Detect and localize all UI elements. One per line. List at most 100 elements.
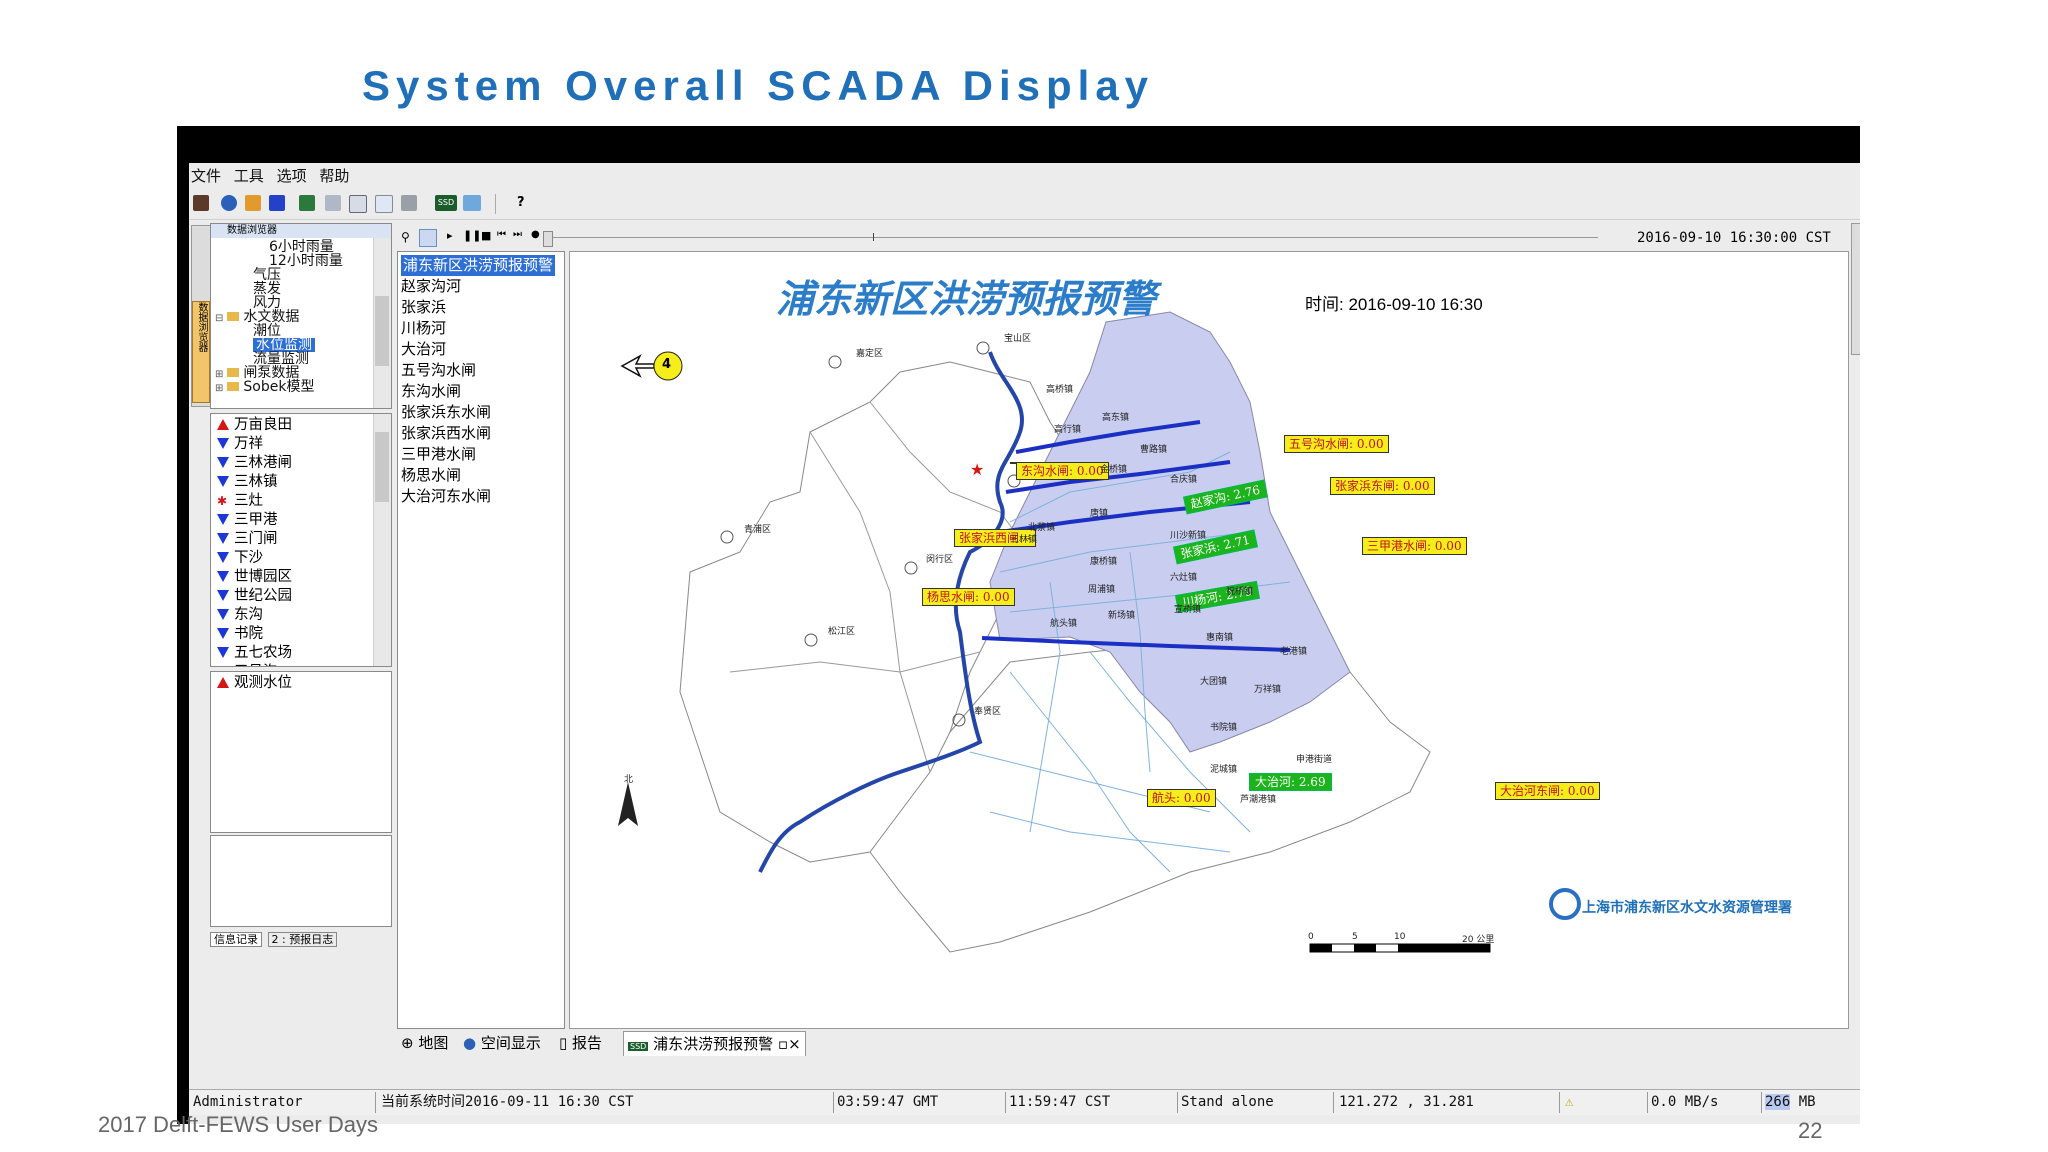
display-list-item[interactable]: 浦东新区洪涝预报预警 [401,255,556,276]
tree-item-flow[interactable]: 流量监测 [253,352,309,366]
status-memory-wrap: 266 MB [1765,1090,1816,1115]
tree-scrollbar[interactable] [373,238,391,408]
gate-label-donggou[interactable]: 东沟水闸: 0.00 [1016,462,1109,480]
station-name: 三灶 [234,493,263,509]
station-row[interactable]: 万亩良田 [217,416,292,435]
gate-label-sanjiagang[interactable]: 三甲港水闸: 0.00 [1362,537,1467,555]
right-side-strip[interactable] [1851,223,1860,355]
capital-star-icon: ★ [970,460,984,479]
north-label: 北 [624,775,634,785]
help-button[interactable]: ? [517,195,525,210]
display-list-item[interactable]: 三甲港水闸 [401,444,476,465]
tree-item-wind[interactable]: 风力 [253,296,281,310]
ssd-button[interactable]: SSD [435,195,457,211]
tab-flood-warning[interactable]: SSD 浦东洪涝预报预警 ▫× [623,1031,806,1056]
timeline-dot-icon: ● [531,229,540,240]
menu-file[interactable]: 文件 [189,167,227,185]
menu-tools[interactable]: 工具 [232,167,270,185]
town-label: 金桥镇 [1100,465,1128,475]
station-row[interactable]: 五七农场 [217,644,292,663]
refresh-icon[interactable] [419,229,437,247]
tree-scrollbar-thumb[interactable] [375,296,389,366]
display-list-item[interactable]: 张家浜东水闸 [401,402,491,423]
rewind-icon[interactable]: ⏮ [497,229,506,240]
tree-folder-sobek[interactable]: ⊞ Sobek模型 [215,380,314,396]
station-scrollbar-thumb[interactable] [375,432,389,502]
station-row[interactable]: 万祥 [217,435,263,454]
warning-icon[interactable]: ⚠ [1565,1090,1573,1115]
tab-map[interactable]: ⊕ 地图 [397,1031,452,1055]
display-list-item[interactable]: 川杨河 [401,318,446,339]
scale-bar-segment [1398,944,1490,952]
pause-icon[interactable]: ❚❚ [463,229,481,242]
station-row[interactable]: 三甲港 [217,511,278,530]
tab-info-log[interactable]: 信息记录 [210,932,262,947]
import-icon[interactable] [245,195,261,211]
database-icon[interactable] [401,195,417,211]
scale-label: 0 [1308,932,1314,942]
pin-icon[interactable]: ⚲ [401,230,410,244]
forward-icon[interactable]: ⏭ [513,229,522,240]
side-tab-data-browser[interactable]: 数据浏览器 [192,301,210,403]
district-marker [720,530,734,544]
station-row[interactable]: 三门闸 [217,530,278,549]
falling-triangle-icon [217,514,229,525]
station-row[interactable]: 世纪公园 [217,587,292,606]
district-label: 青浦区 [744,525,772,535]
display-list-item[interactable]: 张家浜 [401,297,446,318]
wrench-icon[interactable] [325,195,341,211]
display-list-item[interactable]: 大治河东水闸 [401,486,491,507]
town-label: 周浦镇 [1088,585,1116,595]
display-list-item[interactable]: 赵家沟河 [401,276,461,297]
transfer-icon[interactable] [269,195,285,211]
display-list-item[interactable]: 大治河 [401,339,446,360]
menu-help[interactable]: 帮助 [317,167,355,185]
time-slider[interactable] [543,229,1613,247]
display-list-item[interactable]: 五号沟水闸 [401,360,476,381]
gate-label-hangtou[interactable]: 航头: 0.00 [1147,789,1216,807]
document-icon[interactable] [375,195,393,213]
play-icon[interactable]: ▸ [447,229,453,242]
display-list-item[interactable]: 张家浜西水闸 [401,423,491,444]
station-row[interactable]: 东沟 [217,606,263,625]
status-coords: 121.272 , 31.281 [1339,1094,1474,1110]
gate-label-zhangjiabang-east[interactable]: 张家浜东闸: 0.00 [1330,477,1435,495]
time-slider-handle[interactable] [543,231,553,247]
river-label-dazhihe[interactable]: 大治河: 2.69 [1249,773,1332,791]
falling-triangle-icon [217,476,229,487]
station-row[interactable]: 书院 [217,625,263,644]
tree-item-12h-rain[interactable]: 12小时雨量 [269,254,343,268]
gate-label-wuhaogou[interactable]: 五号沟水闸: 0.00 [1284,435,1389,453]
tree-item-tide[interactable]: 潮位 [253,324,281,338]
help-query-icon[interactable] [349,195,367,213]
tree-item-pressure[interactable]: 气压 [253,268,281,282]
tree-item-6h-rain[interactable]: 6小时雨量 [269,240,334,254]
tree-folder-sobek-label: Sobek模型 [243,379,315,395]
tab-restore-icon[interactable]: ▫ [778,1035,788,1053]
exit-icon[interactable] [193,195,209,211]
tab-close-icon[interactable]: × [788,1035,801,1053]
tree-item-water-level[interactable]: 水位监测 [253,338,315,352]
station-row[interactable]: ✱ 三灶 [217,492,263,511]
station-row[interactable]: 五号沟 [217,663,278,666]
tab-forecast-log[interactable]: 2 : 预报日志 [267,932,338,947]
tab-report[interactable]: ▯ 报告 [555,1031,606,1055]
display-list-item[interactable]: 东沟水闸 [401,381,461,402]
gate-label-dazhihe-east[interactable]: 大治河东闸: 0.00 [1495,782,1600,800]
monitor-icon[interactable] [299,195,315,211]
stop-icon[interactable]: ■ [481,229,491,242]
data-browser-panel: 数据浏览器 6小时雨量 12小时雨量 气压 蒸发 风力 ⊟ 水文数据 潮位 水位监… [210,223,392,409]
gate-label-yangsi[interactable]: 杨思水闸: 0.00 [922,588,1015,606]
image-icon[interactable] [463,195,481,211]
town-label: 书院镇 [1210,723,1238,733]
station-row[interactable]: 下沙 [217,549,263,568]
globe-icon[interactable] [221,195,237,211]
station-row[interactable]: 三林镇 [217,473,278,492]
station-row[interactable]: 三林港闸 [217,454,292,473]
tree-item-evaporation[interactable]: 蒸发 [253,282,281,296]
menu-options[interactable]: 选项 [275,167,313,185]
display-list-item[interactable]: 杨思水闸 [401,465,461,486]
station-row[interactable]: 世博园区 [217,568,292,587]
tab-spatial-display[interactable]: ● 空间显示 [459,1031,545,1055]
station-scrollbar[interactable] [373,414,391,666]
